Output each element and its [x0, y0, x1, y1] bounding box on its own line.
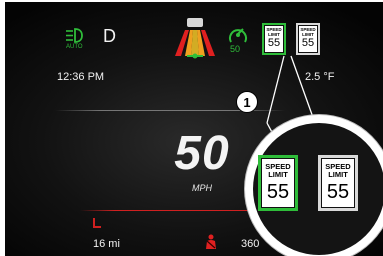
instrument-cluster-display: AUTO D 50 SPEED LIMIT 55 SPEED LIMIT 55 … — [5, 2, 383, 256]
speed-limit-label-2: LIMIT — [328, 169, 348, 179]
callout-number-badge: 1 — [236, 91, 258, 113]
speed-limit-sign-large-secondary: SPEED LIMIT 55 — [318, 155, 358, 211]
speed-limit-label-2: LIMIT — [268, 169, 288, 179]
magnified-callout-circle: SPEED LIMIT 55 SPEED LIMIT 55 — [245, 115, 383, 256]
speed-limit-sign-large-active: SPEED LIMIT 55 — [258, 155, 298, 211]
speed-limit-value: 55 — [326, 181, 350, 203]
speed-limit-value: 55 — [266, 181, 290, 203]
